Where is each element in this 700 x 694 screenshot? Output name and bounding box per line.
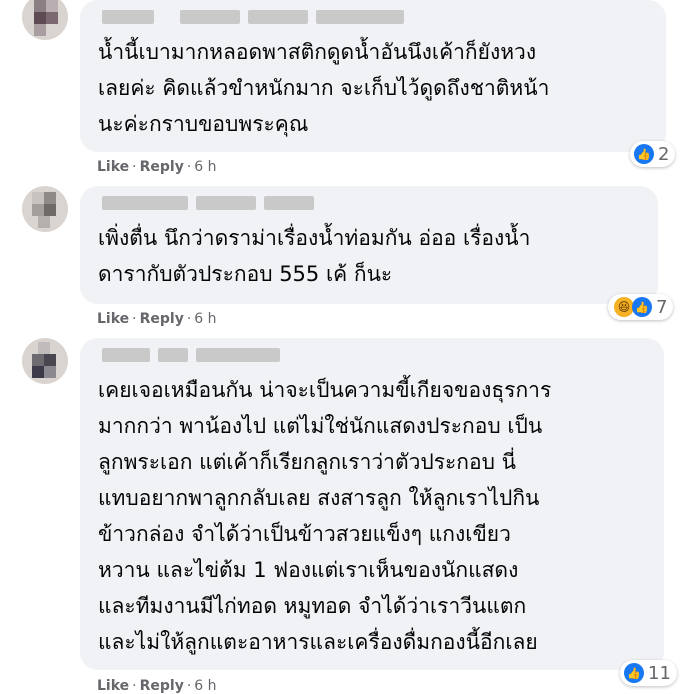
comment-bubble: น้ำนี้เบามากหลอดพาสติกดูดน้ำอันนึงเค้าก็… xyxy=(80,0,666,152)
comment-line: ดารากับตัวประกอบ 555 เค้ ก็นะ xyxy=(98,262,393,286)
comment-line: และไม่ให้ลูกแตะอาหารและเครื่องดื่มกองนี้… xyxy=(98,630,538,654)
comment-line: นะค่ะกราบขอบพระคุณ xyxy=(98,112,309,136)
reaction-summary[interactable]: 👍 2 xyxy=(630,141,676,167)
separator: · xyxy=(132,678,137,694)
like-icon: 👍 xyxy=(634,144,654,164)
reaction-summary[interactable]: 👍 11 xyxy=(620,660,677,686)
timestamp[interactable]: 6 h xyxy=(194,159,216,175)
comment-line: มากกว่า พาน้องไป แต่ไม่ใช่นักแสดงประกอบ … xyxy=(98,414,543,438)
comment-actions: Like · Reply · 6 h xyxy=(97,678,217,694)
comment-actions: Like · Reply · 6 h xyxy=(97,159,217,175)
author-name-redacted[interactable] xyxy=(98,196,640,210)
reaction-count: 2 xyxy=(658,143,670,165)
comment-bubble: เคยเจอเหมือนกัน น่าจะเป็นความขี้เกียจของ… xyxy=(80,338,664,670)
comment-text: เคยเจอเหมือนกัน น่าจะเป็นความขี้เกียจของ… xyxy=(98,372,646,660)
like-button[interactable]: Like xyxy=(97,678,129,694)
comment-text: น้ำนี้เบามากหลอดพาสติกดูดน้ำอันนึงเค้าก็… xyxy=(98,34,648,142)
avatar[interactable] xyxy=(22,338,68,384)
like-button[interactable]: Like xyxy=(97,311,129,327)
reaction-count: 11 xyxy=(648,662,671,684)
like-icon: 👍 xyxy=(624,663,644,683)
comment-line: ข้าวกล่อง จำได้ว่าเป็นข้าวสวยแข็งๆ แกงเข… xyxy=(98,522,511,546)
timestamp[interactable]: 6 h xyxy=(194,311,216,327)
avatar[interactable] xyxy=(22,186,68,232)
reaction-summary[interactable]: 😆 👍 7 xyxy=(608,294,674,320)
author-name-redacted[interactable] xyxy=(98,10,648,24)
comment-text: เพิ่งตื่น นึกว่าดราม่าเรื่องน้ำท่อมกัน อ… xyxy=(98,220,640,292)
author-name-redacted[interactable] xyxy=(98,348,646,362)
comment-line: เลยค่ะ คิดแล้วขำหนักมาก จะเก็บไว้ดูดถึงช… xyxy=(98,76,550,100)
like-button[interactable]: Like xyxy=(97,159,129,175)
comment-line: เพิ่งตื่น นึกว่าดราม่าเรื่องน้ำท่อมกัน อ… xyxy=(98,226,531,250)
reply-button[interactable]: Reply xyxy=(140,311,184,327)
reply-button[interactable]: Reply xyxy=(140,678,184,694)
separator: · xyxy=(132,159,137,175)
like-icon: 👍 xyxy=(632,297,652,317)
comment-line: ลูกพระเอก แต่เค้าก็เรียกลูกเราว่าตัวประก… xyxy=(98,450,516,474)
comment-line: หวาน และไข่ต้ม 1 ฟองแต่เราเห็นของนักแสดง xyxy=(98,558,519,582)
comment-line: และทีมงานมีไก่ทอด หมูทอด จำได้ว่าเราวีนแ… xyxy=(98,594,527,618)
reaction-count: 7 xyxy=(656,296,668,318)
separator: · xyxy=(132,311,137,327)
comment-line: เคยเจอเหมือนกัน น่าจะเป็นความขี้เกียจของ… xyxy=(98,378,552,402)
comment-bubble: เพิ่งตื่น นึกว่าดราม่าเรื่องน้ำท่อมกัน อ… xyxy=(80,186,658,304)
separator: · xyxy=(186,311,192,327)
reply-button[interactable]: Reply xyxy=(140,159,184,175)
comment-line: น้ำนี้เบามากหลอดพาสติกดูดน้ำอันนึงเค้าก็… xyxy=(98,40,537,64)
separator: · xyxy=(186,159,192,175)
timestamp[interactable]: 6 h xyxy=(194,678,216,694)
comment-line: แทบอยากพาลูกกลับเลย สงสารลูก ให้ลูกเราไป… xyxy=(98,486,540,510)
avatar[interactable] xyxy=(22,0,68,40)
separator: · xyxy=(186,678,192,694)
comment-actions: Like · Reply · 6 h xyxy=(97,311,217,327)
